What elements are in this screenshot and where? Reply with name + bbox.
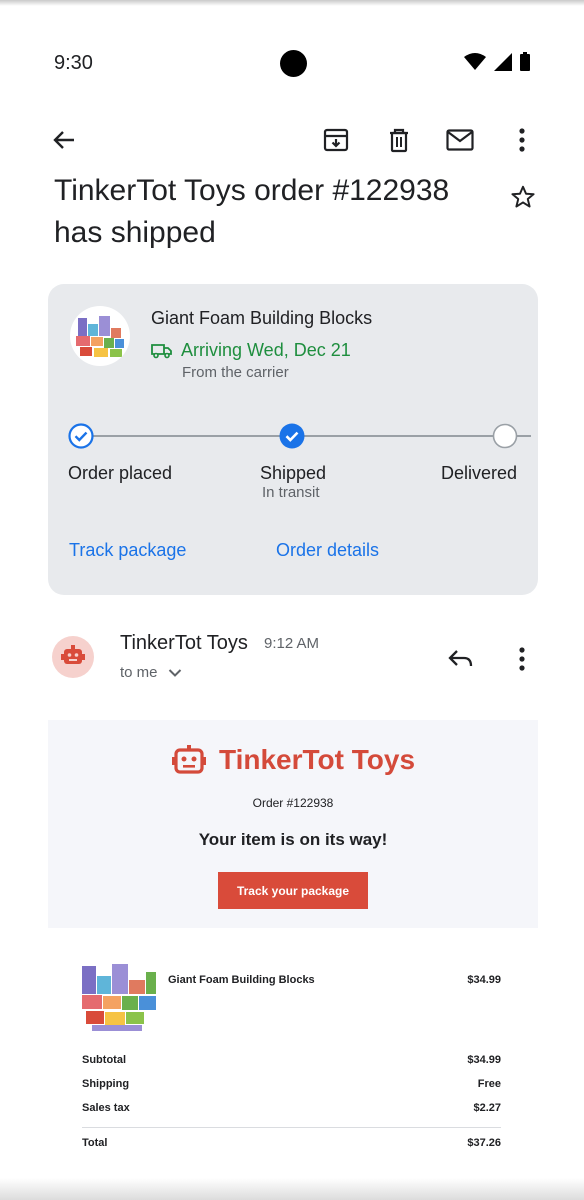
recipient-label: to me (120, 664, 158, 681)
order-placed-check-icon (68, 423, 94, 449)
total-label: Total (82, 1137, 108, 1149)
brand-logo-icon (171, 745, 206, 774)
reply-icon[interactable] (446, 645, 476, 673)
step-order-placed: Order placed (68, 463, 173, 483)
back-arrow-icon[interactable] (50, 126, 78, 154)
item-image (82, 964, 156, 1031)
sender-name: TinkerTot Toys (120, 632, 248, 654)
battery-icon (520, 52, 530, 71)
arrival-text: Arriving Wed, Dec 21 (181, 340, 351, 360)
archive-icon[interactable] (322, 126, 350, 154)
order-number: Order #122938 (252, 796, 334, 810)
trash-icon[interactable] (385, 126, 413, 154)
recipient-toggle[interactable]: to me (120, 664, 182, 681)
brand-name: TinkerTot Toys (218, 744, 416, 775)
order-details-link[interactable]: Order details (276, 540, 379, 561)
email-banner: TinkerTot Toys Order #122938 Your item i… (48, 720, 538, 928)
sent-time: 9:12 AM (264, 635, 320, 652)
delivered-pending-icon (492, 423, 518, 449)
product-name: Giant Foam Building Blocks (151, 308, 373, 328)
arrival-status: Arriving Wed, Dec 21 (151, 340, 351, 361)
progress-track (81, 435, 531, 437)
star-icon[interactable] (508, 182, 538, 212)
signal-icon (494, 52, 512, 71)
chevron-down-icon (168, 668, 181, 677)
status-icons (464, 52, 530, 71)
camera-cutout (280, 50, 307, 77)
bottom-edge (0, 1178, 584, 1200)
message-more-icon[interactable] (510, 645, 534, 673)
step-shipped: Shipped (260, 463, 327, 483)
sender-avatar[interactable] (52, 636, 94, 678)
shipping-row: Shipping Free (82, 1078, 501, 1090)
total-row: Total $37.26 (82, 1137, 501, 1149)
product-thumbnail (70, 306, 130, 366)
headline: Your item is on its way! (198, 830, 388, 849)
track-package-link[interactable]: Track package (69, 540, 186, 561)
total-value: $37.26 (467, 1137, 501, 1149)
item-price: $34.99 (467, 974, 501, 986)
shipment-card: Giant Foam Building Blocks Arriving Wed,… (48, 284, 538, 595)
subtotal-value: $34.99 (467, 1054, 501, 1066)
truck-icon (151, 343, 172, 358)
tax-row: Sales tax $2.27 (82, 1102, 501, 1114)
wifi-icon (464, 52, 486, 70)
carrier-note: From the carrier (182, 364, 289, 381)
subtotal-label: Subtotal (82, 1054, 126, 1066)
step-shipped-sub: In transit (262, 484, 320, 501)
robot-icon (61, 645, 85, 664)
tax-label: Sales tax (82, 1102, 130, 1114)
status-time: 9:30 (54, 52, 93, 74)
track-your-package-button[interactable]: Track your package (218, 872, 368, 909)
item-name: Giant Foam Building Blocks (168, 974, 315, 986)
top-edge (0, 0, 584, 6)
step-delivered: Delivered (441, 463, 518, 483)
email-subject: TinkerTot Toys order #122938 has shipped (54, 174, 450, 249)
subtotal-row: Subtotal $34.99 (82, 1054, 501, 1066)
shipping-label: Shipping (82, 1078, 130, 1090)
tax-value: $2.27 (473, 1102, 501, 1114)
shipped-check-icon (279, 423, 305, 449)
shipping-value: Free (477, 1078, 501, 1090)
brand-header: TinkerTot Toys (48, 744, 538, 776)
more-vert-icon[interactable] (510, 126, 534, 154)
mail-icon[interactable] (444, 126, 476, 154)
summary-divider (82, 1127, 501, 1128)
